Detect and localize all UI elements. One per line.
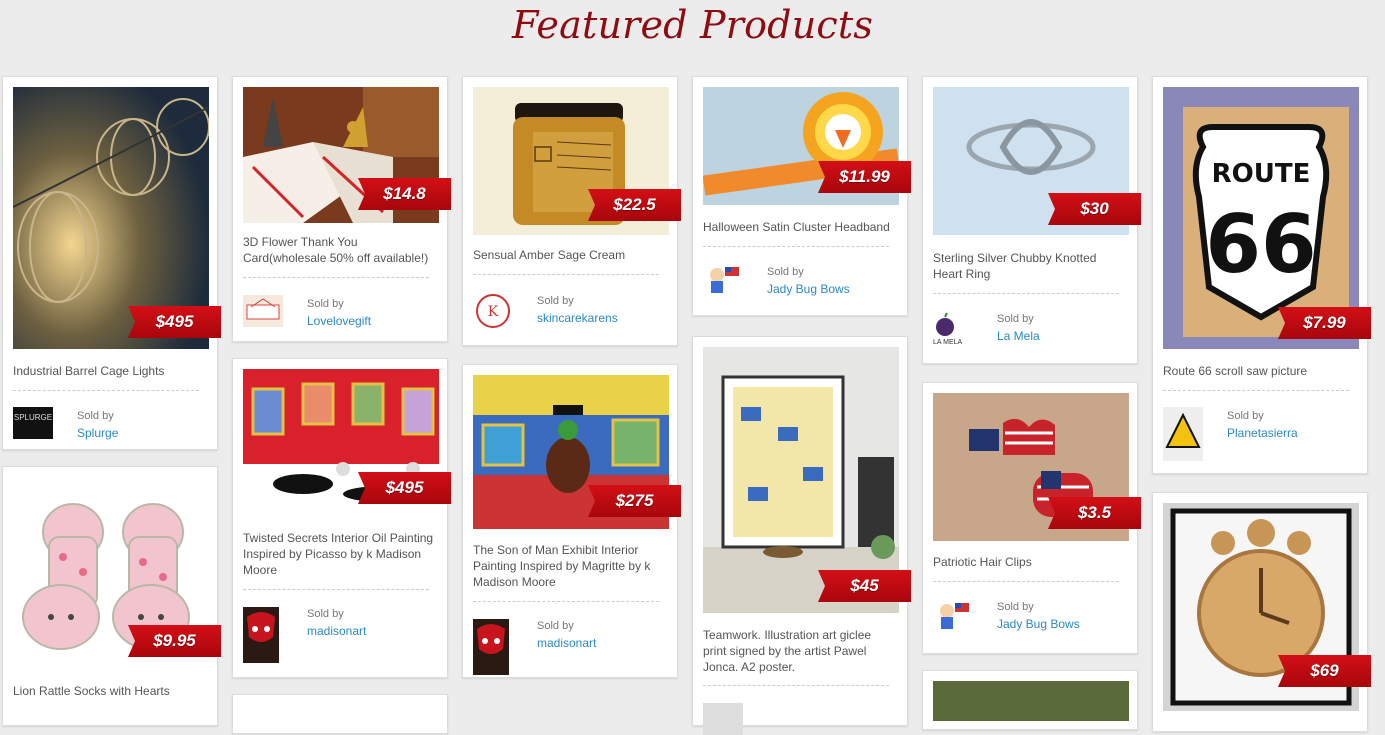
divider <box>933 293 1119 294</box>
sold-by-label: Sold by <box>1227 410 1264 422</box>
sold-by-label: Sold by <box>77 410 114 422</box>
divider <box>703 685 889 686</box>
price-tag: $3.5 <box>1048 497 1141 529</box>
sold-by-label: Sold by <box>997 313 1034 325</box>
price-tag: $45 <box>818 570 911 602</box>
sold-by-label: Sold by <box>767 266 804 278</box>
product-title[interactable]: Sensual Amber Sage Cream <box>473 247 665 263</box>
sold-by-label: Sold by <box>307 608 344 620</box>
seller-avatar[interactable] <box>703 263 743 295</box>
divider <box>933 581 1119 582</box>
seller-avatar[interactable]: LA MELA <box>933 311 973 351</box>
seller-link[interactable]: Jady Bug Bows <box>767 282 850 296</box>
seller-avatar[interactable]: SPLURGE <box>13 407 53 439</box>
seller-avatar[interactable] <box>243 295 283 327</box>
price-tag: $275 <box>588 485 681 517</box>
product-card[interactable]: $14.8 3D Flower Thank You Card(wholesale… <box>232 76 451 342</box>
price-tag: $495 <box>358 472 451 504</box>
product-card[interactable]: $3.5 Patriotic Hair Clips Sold by Jady B… <box>922 382 1141 654</box>
sold-by-label: Sold by <box>307 298 344 310</box>
product-card[interactable]: $9.95 Lion Rattle Socks with Hearts <box>2 466 221 726</box>
seller-link[interactable]: madisonart <box>307 624 366 638</box>
product-title[interactable]: Sterling Silver Chubby Knotted Heart Rin… <box>933 250 1125 282</box>
seller-avatar[interactable] <box>933 599 973 631</box>
seller-avatar[interactable]: K <box>473 291 513 331</box>
price-tag: $22.5 <box>588 189 681 221</box>
product-card[interactable] <box>922 670 1138 730</box>
sold-by-label: Sold by <box>537 295 574 307</box>
product-image[interactable] <box>933 681 1129 721</box>
seller-link[interactable]: Planetasierra <box>1227 426 1298 440</box>
price-tag: $495 <box>128 306 221 338</box>
sold-by-label: Sold by <box>997 601 1034 613</box>
product-title[interactable]: Route 66 scroll saw picture <box>1163 363 1355 379</box>
divider <box>473 601 659 602</box>
product-title[interactable]: Lion Rattle Socks with Hearts <box>13 683 205 699</box>
divider <box>13 390 199 391</box>
svg-text:K: K <box>488 304 499 320</box>
product-card[interactable]: $69 <box>1152 492 1371 732</box>
seller-avatar[interactable] <box>473 619 509 675</box>
route-sign-number: 66 <box>1205 198 1316 291</box>
product-card[interactable]: $495 Industrial Barrel Cage Lights SPLUR… <box>2 76 221 450</box>
price-tag: $30 <box>1048 193 1141 225</box>
seller-link[interactable]: Splurge <box>77 426 118 440</box>
price-tag: $14.8 <box>358 178 451 210</box>
divider <box>473 274 659 275</box>
product-title[interactable]: The Son of Man Exhibit Interior Painting… <box>473 542 665 590</box>
seller-link[interactable]: skincarekarens <box>537 311 618 325</box>
sold-by-label: Sold by <box>537 620 574 632</box>
product-title[interactable]: Patriotic Hair Clips <box>933 554 1125 570</box>
product-card[interactable] <box>232 694 448 734</box>
product-card[interactable]: $22.5 Sensual Amber Sage Cream K Sold by… <box>462 76 681 346</box>
seller-avatar[interactable] <box>243 607 279 663</box>
product-card[interactable]: $275 The Son of Man Exhibit Interior Pai… <box>462 364 681 678</box>
divider <box>1163 390 1349 391</box>
product-card[interactable]: $30 Sterling Silver Chubby Knotted Heart… <box>922 76 1141 364</box>
product-title[interactable]: Teamwork. Illustration art giclee print … <box>703 627 895 675</box>
product-title[interactable]: Twisted Secrets Interior Oil Painting In… <box>243 530 435 578</box>
price-tag: $69 <box>1278 655 1371 687</box>
price-tag: $11.99 <box>818 161 911 193</box>
divider <box>243 589 429 590</box>
product-card[interactable]: $45 Teamwork. Illustration art giclee pr… <box>692 336 911 735</box>
product-card[interactable]: $495 Twisted Secrets Interior Oil Painti… <box>232 358 451 678</box>
product-card[interactable]: ROUTE 66 $7.99 Route 66 scroll saw pictu… <box>1152 76 1371 474</box>
price-tag: $7.99 <box>1278 307 1371 339</box>
divider <box>243 277 429 278</box>
product-title[interactable]: 3D Flower Thank You Card(wholesale 50% o… <box>243 234 435 266</box>
seller-link[interactable]: La Mela <box>997 329 1040 343</box>
product-title[interactable]: Halloween Satin Cluster Headband <box>703 219 895 235</box>
seller-logo-text: SPLURGE <box>13 413 53 422</box>
divider <box>703 246 889 247</box>
product-card[interactable]: $11.99 Halloween Satin Cluster Headband … <box>692 76 911 316</box>
price-tag: $9.95 <box>128 625 221 657</box>
product-title[interactable]: Industrial Barrel Cage Lights <box>13 363 205 379</box>
seller-link[interactable]: Jady Bug Bows <box>997 617 1080 631</box>
seller-link[interactable]: Lovelovegift <box>307 314 371 328</box>
seller-avatar[interactable] <box>1163 407 1203 461</box>
seller-logo-text: LA MELA <box>933 339 963 346</box>
seller-link[interactable]: madisonart <box>537 636 596 650</box>
route-sign-label: ROUTE <box>1212 159 1311 189</box>
page-title: Featured Products <box>511 3 874 47</box>
